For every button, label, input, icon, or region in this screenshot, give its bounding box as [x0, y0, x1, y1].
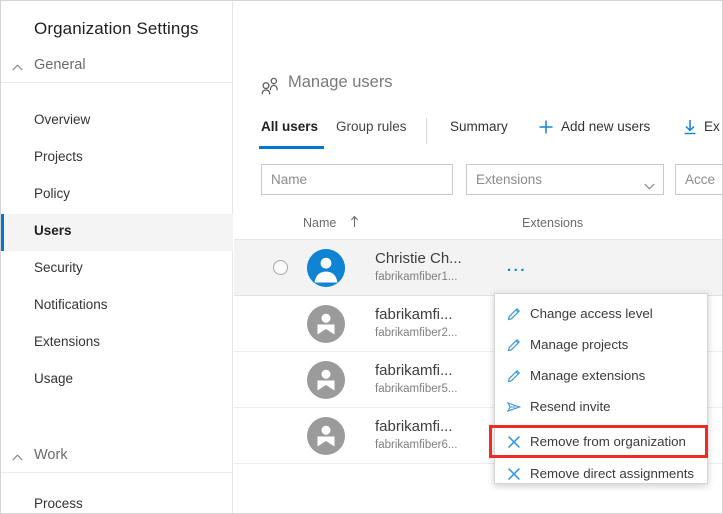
sidebar-item-security[interactable]: Security	[1, 251, 233, 288]
tab-all-users[interactable]: All users	[261, 119, 318, 134]
download-icon	[682, 119, 698, 135]
sidebar-item-label: Security	[34, 260, 83, 275]
sidebar-item-process[interactable]: Process	[1, 487, 233, 514]
pencil-icon	[506, 368, 522, 384]
sidebar-group-work[interactable]: Work	[1, 443, 233, 473]
tab-and-command-bar: All users Group rules Summary Add new us…	[234, 119, 723, 151]
sidebar-item-projects[interactable]: Projects	[1, 140, 233, 177]
menu-item-resend-invite[interactable]: Resend invite	[495, 391, 709, 422]
sidebar-item-extensions[interactable]: Extensions	[1, 325, 233, 362]
active-tab-underline	[259, 146, 324, 149]
menu-item-manage-extensions[interactable]: Manage extensions	[495, 360, 709, 391]
arrow-up-icon	[350, 215, 359, 228]
row-user-email: fabrikamfiber6...	[375, 439, 457, 451]
sidebar-item-label: Notifications	[34, 297, 108, 312]
sidebar-item-label: Policy	[34, 186, 70, 201]
people-icon	[261, 77, 281, 95]
menu-item-remove-from-organization[interactable]: Remove from organization	[495, 426, 709, 457]
send-icon	[506, 399, 522, 415]
avatar	[307, 249, 345, 287]
row-user-name: Christie Ch...	[375, 250, 462, 267]
row-more-actions-button[interactable]: ...	[507, 262, 527, 272]
row-user-email: fabrikamfiber2...	[375, 327, 457, 339]
access-level-filter-placeholder: Acce	[685, 172, 715, 187]
sidebar-item-label: Process	[34, 496, 83, 511]
table-header: Name Extensions	[234, 209, 723, 240]
sidebar-item-label: Projects	[34, 149, 83, 164]
menu-item-label: Change access level	[530, 306, 653, 321]
menu-item-label: Manage projects	[530, 337, 628, 352]
sidebar-item-label: Extensions	[34, 334, 100, 349]
menu-item-remove-direct-assignments[interactable]: Remove direct assignments	[495, 458, 709, 489]
menu-item-label: Manage extensions	[530, 368, 645, 383]
sidebar-group-general[interactable]: General	[1, 53, 233, 83]
sidebar-item-users[interactable]: Users	[1, 214, 233, 251]
row-user-name: fabrikamfi...	[375, 362, 453, 379]
menu-item-label: Remove direct assignments	[530, 466, 694, 481]
access-level-filter-select[interactable]: Acce	[675, 164, 723, 195]
extensions-filter-select[interactable]: Extensions	[466, 164, 664, 195]
x-icon	[506, 434, 522, 450]
summary-button[interactable]: Summary	[450, 119, 508, 134]
add-new-users-button[interactable]: Add new users	[561, 119, 650, 134]
avatar	[307, 305, 345, 343]
plus-icon	[538, 119, 554, 135]
sidebar-group-work-label: Work	[34, 447, 68, 463]
sidebar-item-label: Users	[34, 223, 72, 238]
menu-item-manage-projects[interactable]: Manage projects	[495, 329, 709, 360]
x-icon	[506, 466, 522, 482]
export-button[interactable]: Ex	[704, 119, 720, 134]
sidebar-item-notifications[interactable]: Notifications	[1, 288, 233, 325]
selection-indicator	[1, 214, 4, 251]
chevron-down-icon	[644, 177, 655, 184]
column-header-name[interactable]: Name	[303, 216, 336, 230]
manage-users-title: Manage users	[288, 73, 393, 92]
user-row-context-menu: Change access level Manage projects Mana…	[494, 293, 708, 484]
avatar	[307, 361, 345, 399]
row-select-radio[interactable]	[273, 260, 288, 275]
row-user-email: fabrikamfiber1...	[375, 271, 457, 283]
settings-sidebar: Organization Settings General Overview P…	[1, 1, 233, 514]
sidebar-item-usage[interactable]: Usage	[1, 362, 233, 399]
name-filter-placeholder: Name	[271, 172, 307, 187]
avatar	[307, 417, 345, 455]
filter-row: Name Extensions Acce	[234, 164, 723, 196]
chevron-up-icon	[12, 454, 23, 461]
table-row[interactable]: Christie Ch... fabrikamfiber1... ...	[234, 240, 723, 296]
pencil-icon	[506, 337, 522, 353]
row-user-email: fabrikamfiber5...	[375, 383, 457, 395]
pencil-icon	[506, 306, 522, 322]
menu-item-change-access-level[interactable]: Change access level	[495, 298, 709, 329]
sidebar-item-label: Overview	[34, 112, 90, 127]
row-user-name: fabrikamfi...	[375, 306, 453, 323]
chevron-up-icon	[12, 64, 23, 71]
sidebar-item-policy[interactable]: Policy	[1, 177, 233, 214]
tab-group-rules[interactable]: Group rules	[336, 119, 407, 134]
page-title: Organization Settings	[34, 19, 199, 39]
column-header-extensions[interactable]: Extensions	[522, 216, 583, 230]
extensions-filter-placeholder: Extensions	[476, 172, 542, 187]
menu-item-label: Resend invite	[530, 399, 611, 414]
name-filter-input[interactable]: Name	[261, 164, 453, 195]
row-user-name: fabrikamfi...	[375, 418, 453, 435]
sidebar-group-general-label: General	[34, 57, 86, 73]
toolbar-divider	[426, 118, 427, 144]
sidebar-item-overview[interactable]: Overview	[1, 103, 233, 140]
sidebar-item-label: Usage	[34, 371, 73, 386]
organization-settings-window: Organization Settings General Overview P…	[0, 0, 723, 514]
menu-item-label: Remove from organization	[530, 434, 686, 449]
